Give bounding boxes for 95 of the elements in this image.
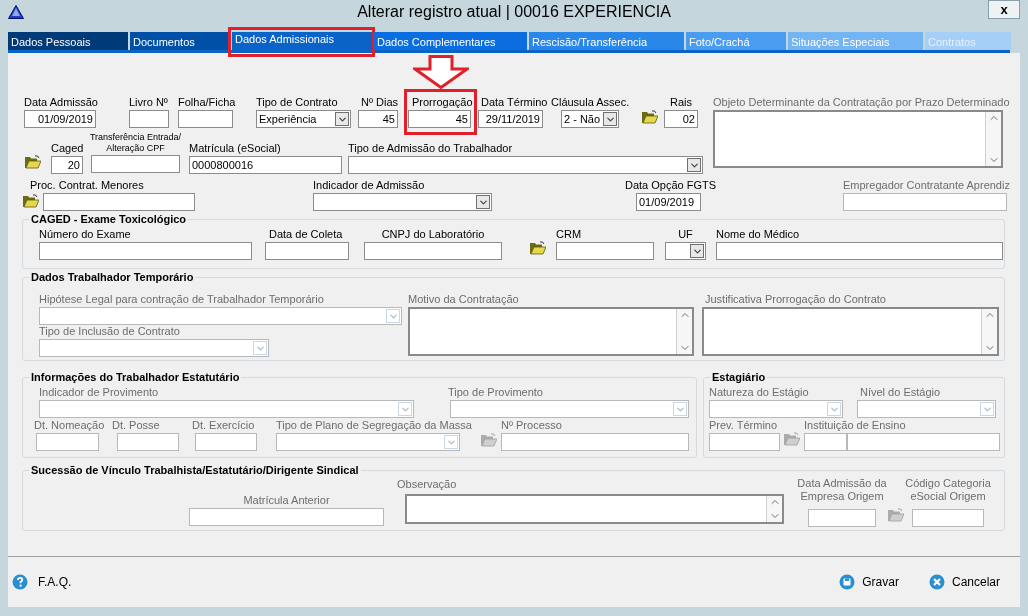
field-label: Tipo de Contrato [256, 95, 338, 109]
text-field[interactable] [556, 242, 654, 260]
tab[interactable]: Dados Pessoais [8, 32, 128, 50]
field-label: UF [677, 227, 694, 241]
field-label: Tipo de Admissão do Trabalhador [348, 141, 513, 155]
text-field[interactable]: 01/09/2019 [636, 193, 701, 211]
field-label: Motivo da Contratação [408, 292, 519, 306]
group-title: CAGED - Exame Toxicológico [29, 212, 189, 226]
group-title: Sucessão de Vínculo Trabalhista/Estatutário/Dirigente Sindical [29, 463, 361, 477]
field-label: Objeto Determinante da Contratação por Prazo Determinado [713, 95, 1010, 109]
text-field[interactable] [265, 242, 349, 260]
field-label: Transferência Entrada/ Alteração CPF [88, 132, 183, 154]
text-field[interactable] [91, 155, 180, 173]
field-label: Justificativa Prorrogação do Contrato [705, 292, 886, 306]
text-field[interactable] [129, 110, 169, 128]
save-button[interactable]: Gravar [839, 573, 899, 591]
field-label: Livro Nº [129, 95, 168, 109]
field-label: Nº Processo [501, 418, 562, 432]
field-label: Caged [51, 141, 84, 155]
field-label: Nome do Médico [716, 227, 800, 241]
text-field[interactable]: 0000800016 [189, 156, 342, 174]
field-label: Matrícula Anterior [242, 493, 331, 507]
save-icon [839, 574, 856, 590]
text-field[interactable] [43, 193, 195, 211]
dropdown-field[interactable] [348, 156, 703, 174]
field-label: Indicador de Provimento [39, 385, 159, 399]
text-field[interactable] [39, 242, 252, 260]
field-label: Código Categoria eSocial Origem [904, 477, 992, 503]
field-label: Dt. Posse [112, 418, 160, 432]
field-label: Prorrogação [412, 95, 473, 109]
tab[interactable]: Dados Admissionais [232, 32, 372, 50]
field-label: Matrícula (eSocial) [189, 141, 281, 155]
field-label: Tipo de Provimento [448, 385, 543, 399]
field-label: Dt. Nomeação [34, 418, 105, 432]
window-title: Alterar registro atual | 00016 EXPERIENCIA [357, 2, 671, 22]
text-field[interactable] [716, 242, 1003, 260]
field-label: Tipo de Inclusão de Contrato [39, 324, 180, 338]
field-label: Indicador de Admissão [313, 178, 425, 192]
field-label: Data Admissão [24, 95, 98, 109]
triangle-logo-icon [8, 5, 24, 19]
folder-icon [642, 110, 658, 124]
dropdown-field[interactable]: Experiência [256, 110, 351, 128]
lookup-button[interactable] [530, 240, 546, 256]
group-title: Informações do Trabalhador Estatutário [29, 370, 242, 384]
field-label: Data Término [481, 95, 548, 109]
field-label: Rais [669, 95, 693, 109]
dropdown-field[interactable] [665, 242, 706, 260]
cancel-icon [928, 574, 945, 590]
folder-icon [481, 433, 497, 447]
text-field[interactable]: 45 [408, 110, 471, 128]
text-field[interactable]: 20 [51, 156, 83, 174]
field-label: Nº Dias [361, 95, 399, 109]
field-label: Empregador Contratante Aprendiz [843, 178, 1010, 192]
field-label: Hipótese Legal para contração de Trabalhador Temporário [39, 292, 324, 306]
text-field[interactable]: 29/11/2019 [478, 110, 543, 128]
text-field[interactable]: 02 [664, 110, 698, 128]
field-label: Tipo de Plano de Segregação da Massa [276, 418, 472, 432]
field-label: Natureza do Estágio [709, 385, 809, 399]
dropdown-field[interactable] [313, 193, 492, 211]
field-label: Folha/Ficha [178, 95, 236, 109]
field-label: Dt. Exercício [192, 418, 255, 432]
field-label: Observação [397, 477, 457, 491]
folder-icon [784, 432, 800, 446]
help-icon[interactable] [12, 574, 28, 590]
tab[interactable]: Dados Complementares [374, 32, 527, 50]
text-field[interactable] [178, 110, 233, 128]
folder-icon [530, 241, 546, 255]
field-label: Cláusula Assec. [551, 95, 630, 109]
faq-link[interactable]: F.A.Q. [38, 573, 72, 591]
folder-icon [25, 155, 41, 169]
folder-icon [23, 194, 39, 208]
tab[interactable]: Rescisão/Transferência [529, 32, 684, 50]
lookup-button[interactable] [642, 109, 658, 125]
field-label: Data Opção FGTS [625, 178, 717, 192]
field-label: CNPJ do Laboratório [380, 227, 486, 241]
field-label: Instituição de Ensino [804, 418, 906, 432]
field-label: Data Admissão da Empresa Origem [796, 477, 888, 503]
field-label: Prev. Término [709, 418, 778, 432]
group-title: Dados Trabalhador Temporário [29, 270, 196, 284]
text-field[interactable]: 01/09/2019 [24, 110, 96, 128]
field-label: Proc. Contrat. Menores [30, 178, 144, 192]
close-button[interactable]: x [988, 0, 1020, 19]
field-label: Número do Exame [39, 227, 131, 241]
field-label: Nível do Estágio [860, 385, 941, 399]
lookup-button[interactable] [25, 154, 41, 170]
group-title: Estagiário [710, 370, 768, 384]
text-field[interactable] [364, 242, 502, 260]
field-label: Data de Coleta [269, 227, 343, 241]
tab[interactable]: Documentos [130, 32, 230, 50]
lookup-button[interactable] [23, 193, 39, 209]
folder-icon [888, 508, 904, 522]
text-field[interactable]: 45 [358, 110, 398, 128]
cancel-button[interactable]: Cancelar [928, 573, 1000, 591]
field-label: CRM [556, 227, 582, 241]
dropdown-field[interactable]: 2 - Não [561, 110, 619, 128]
